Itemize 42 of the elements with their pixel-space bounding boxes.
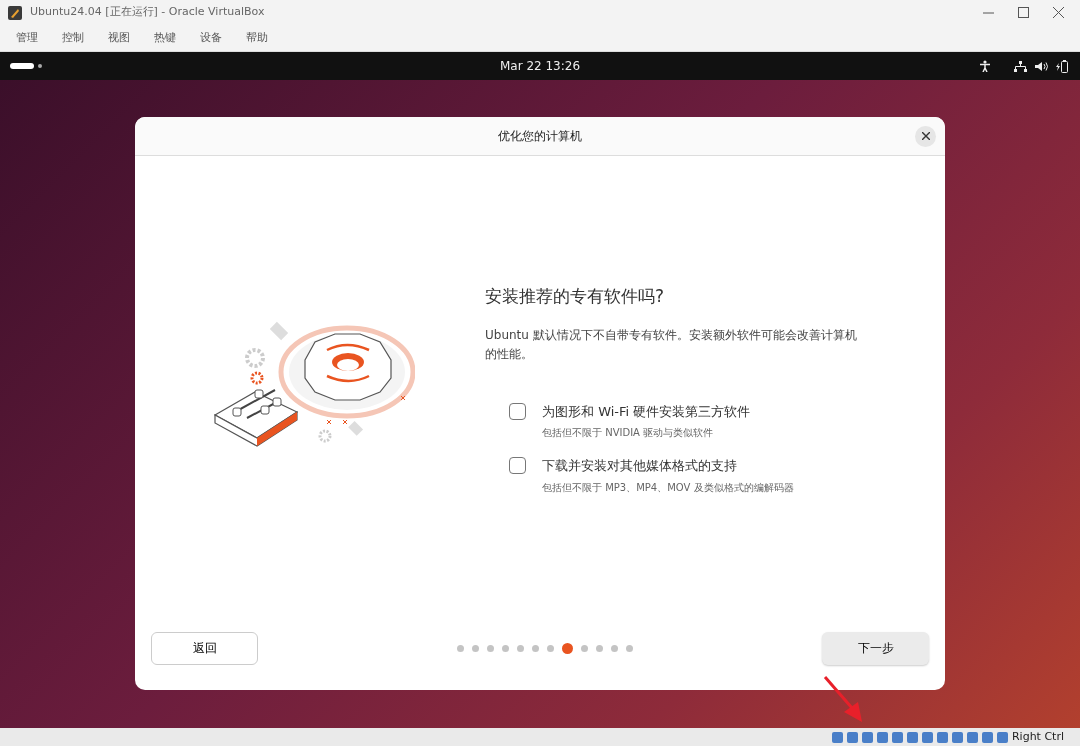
- option-hint: 包括但不限于 MP3、MP4、MOV 及类似格式的编解码器: [542, 480, 794, 495]
- status-device-icon[interactable]: [906, 731, 918, 743]
- menu-item[interactable]: 控制: [50, 29, 96, 47]
- maximize-icon[interactable]: [1018, 7, 1029, 18]
- window-title: Ubuntu24.04 [正在运行] - Oracle VirtualBox: [30, 4, 265, 21]
- menu-item[interactable]: 设备: [188, 29, 234, 47]
- volume-icon[interactable]: [1035, 60, 1048, 72]
- menu-item[interactable]: 帮助: [234, 29, 280, 47]
- status-device-icon[interactable]: [966, 731, 978, 743]
- status-device-icon[interactable]: [861, 731, 873, 743]
- network-icon[interactable]: [1014, 60, 1027, 72]
- close-icon: [921, 132, 930, 140]
- description-text: Ubuntu 默认情况下不自带专有软件。安装额外软件可能会改善计算机的性能。: [485, 326, 858, 363]
- status-device-icon[interactable]: [996, 731, 1008, 743]
- dialog-title: 优化您的计算机: [498, 128, 582, 145]
- status-device-icon[interactable]: [831, 731, 843, 743]
- menu-item[interactable]: 热键: [142, 29, 188, 47]
- next-button[interactable]: 下一步: [822, 631, 929, 665]
- close-icon[interactable]: [1053, 7, 1064, 18]
- status-device-icon[interactable]: [951, 731, 963, 743]
- checkbox[interactable]: [509, 457, 526, 475]
- dialog-heading: 安装推荐的专有软件吗?: [485, 285, 666, 309]
- status-device-icon[interactable]: [891, 731, 903, 743]
- option-hint: 包括但不限于 NVIDIA 驱动与类似软件: [542, 426, 715, 441]
- status-device-icon[interactable]: [921, 731, 933, 743]
- menu-item[interactable]: 视图: [96, 29, 142, 47]
- clock[interactable]: Mar 22 13:26: [499, 57, 581, 75]
- host-key-label: Right Ctrl: [1011, 728, 1064, 745]
- close-button[interactable]: [915, 126, 936, 147]
- app-icon: [8, 5, 22, 20]
- status-device-icon[interactable]: [936, 731, 948, 743]
- menu-item[interactable]: 管理: [4, 29, 50, 47]
- back-button[interactable]: 返回: [151, 631, 258, 665]
- accessibility-icon[interactable]: [980, 60, 990, 72]
- status-device-icon[interactable]: [981, 731, 993, 743]
- workspace-indicator-icon[interactable]: [8, 62, 44, 70]
- status-device-icon[interactable]: [876, 731, 888, 743]
- option-label[interactable]: 为图形和 Wi-Fi 硬件安装第三方软件: [542, 401, 751, 422]
- checkbox[interactable]: [509, 402, 526, 420]
- status-device-icon[interactable]: [846, 731, 858, 743]
- battery-icon[interactable]: [1056, 59, 1068, 73]
- option-label[interactable]: 下载并安装对其他媒体格式的支持: [542, 456, 794, 476]
